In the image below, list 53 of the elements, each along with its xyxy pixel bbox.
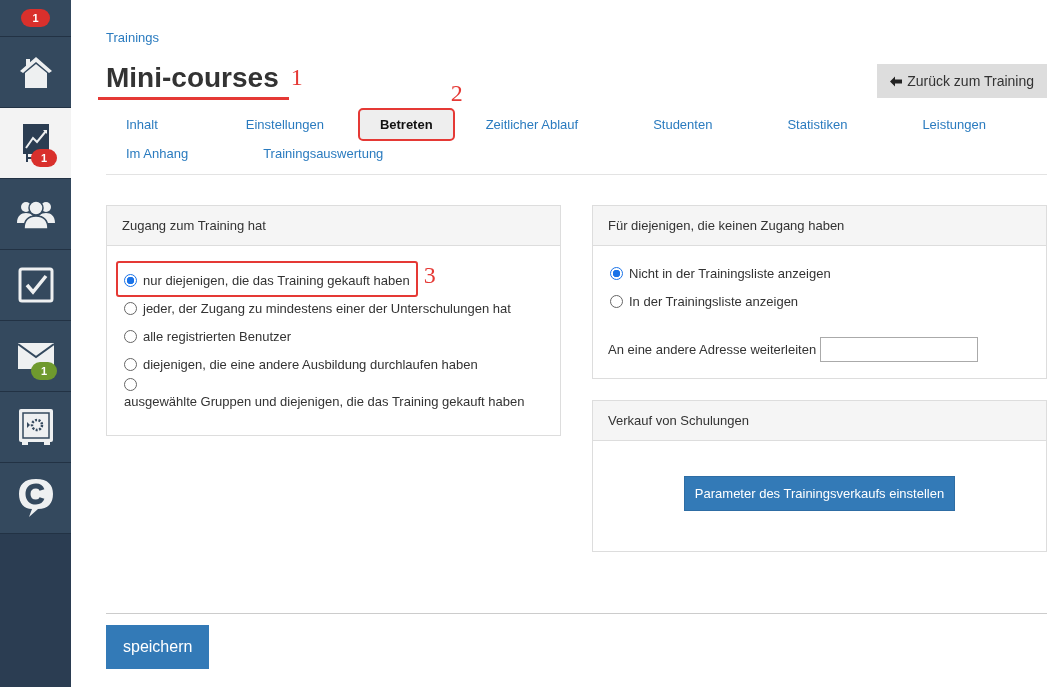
radio-button[interactable] [124, 357, 137, 371]
people-icon [16, 199, 55, 229]
radio-button[interactable] [124, 329, 137, 343]
radio-button[interactable] [124, 378, 137, 391]
notification-badge: 1 [21, 9, 50, 27]
notification-badge: 1 [31, 149, 58, 167]
radio-button[interactable] [124, 301, 137, 315]
page-title: Mini-courses [106, 62, 279, 95]
field-label: An eine andere Adresse weiterleiten [608, 342, 817, 357]
tab[interactable]: Betreten [359, 110, 453, 139]
tab[interactable]: Leistungen [902, 110, 1006, 139]
arrow-left-icon [890, 75, 903, 87]
sidebar-item[interactable] [0, 392, 71, 463]
sales-settings-button[interactable]: Parameter des Trainingsverkaufs einstellen [683, 476, 956, 511]
option-label: In der Trainingsliste anzeigen [629, 293, 799, 309]
tab[interactable]: Statistiken [767, 110, 868, 139]
tab[interactable]: Im Anhang [106, 139, 209, 168]
sidebar-item[interactable] [0, 250, 71, 321]
sidebar-item[interactable]: 1 [0, 108, 71, 179]
tab[interactable]: Trainingsauswertung [243, 139, 404, 168]
option-label: nur diejenigen, die das Training gekauft haben [143, 272, 410, 288]
option-label: ausgewählte Gruppen und diejenigen, die das Training gekauft haben [124, 394, 525, 409]
radio-button[interactable] [124, 273, 137, 287]
tab[interactable]: Zeitlicher Ablauf [465, 110, 599, 139]
sidebar-item[interactable] [0, 463, 71, 534]
panel-title: Für diejenigen, die keinen Zugang haben [593, 206, 1046, 246]
tab[interactable]: Inhalt [106, 110, 178, 139]
option-label: alle registrierten Benutzer [143, 328, 292, 344]
panel-title: Zugang zum Training hat [107, 206, 560, 246]
chat-logo-icon [17, 478, 54, 518]
option-label: Nicht in der Trainingsliste anzeigen [629, 265, 831, 281]
safe-icon [17, 408, 54, 446]
sidebar-item[interactable]: 1 [0, 321, 71, 392]
save-button[interactable]: speichern [106, 625, 210, 669]
envelope-icon [17, 343, 54, 369]
sidebar-item[interactable] [0, 179, 71, 250]
notification-badge: 1 [31, 362, 58, 380]
chart-board-icon [20, 122, 51, 164]
breadcrumb-link[interactable]: Trainings [106, 30, 159, 45]
tab[interactable]: Studenten [633, 110, 733, 139]
radio-button[interactable] [610, 266, 623, 280]
radio-button[interactable] [610, 294, 623, 308]
sidebar-item[interactable] [0, 37, 71, 108]
option-label: diejenigen, die eine andere Ausbildung durchlaufen haben [143, 356, 478, 372]
checkbox-icon [17, 267, 54, 303]
back-button[interactable]: Zurück zum Training [877, 64, 1047, 98]
address-field[interactable] [820, 337, 979, 362]
panel-title: Verkauf von Schulungen [593, 401, 1046, 441]
annotation-number: 1 [290, 64, 303, 91]
option-label: jeder, der Zugang zu mindestens einer der Unterschulungen hat [143, 300, 511, 316]
annotation-number: 2 [450, 80, 463, 107]
annotation-number: 3 [423, 262, 436, 289]
tab[interactable]: Einstellungen [225, 110, 344, 139]
